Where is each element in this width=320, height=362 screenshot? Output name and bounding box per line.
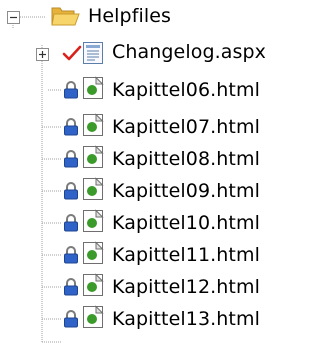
html-page-icon (83, 145, 104, 168)
html-page-icon (83, 177, 104, 200)
lock-icon (64, 278, 78, 296)
tree-node-label: Kapittel11.html (112, 244, 260, 266)
tree-node-label: Kapittel12.html (112, 276, 260, 298)
lock-icon (64, 310, 78, 328)
expand-toggle-icon[interactable] (36, 48, 49, 61)
tree-node-label: Helpfiles (88, 5, 172, 27)
html-page-icon (83, 113, 104, 136)
tree-node-label: Kapittel13.html (112, 308, 260, 330)
lock-icon (64, 150, 78, 168)
html-page-icon (83, 273, 104, 296)
folder-open-icon (51, 7, 80, 26)
collapse-toggle-icon[interactable] (7, 11, 20, 24)
checked-out-check-icon (62, 45, 82, 61)
lock-icon (64, 81, 78, 99)
tree-node-label: Kapittel10.html (112, 212, 260, 234)
html-page-icon (83, 76, 104, 99)
lock-icon (64, 246, 78, 264)
tree-node-label: Kapittel06.html (112, 79, 260, 101)
lock-icon (64, 118, 78, 136)
lock-icon (64, 214, 78, 232)
html-page-icon (83, 241, 104, 264)
tree-node-label: Kapittel08.html (112, 148, 260, 170)
html-page-icon (83, 209, 104, 232)
tree-node-label: Kapittel09.html (112, 180, 260, 202)
aspx-page-icon (83, 42, 103, 64)
tree-node-label: Changelog.aspx (112, 41, 266, 63)
html-page-icon (83, 305, 104, 328)
tree-node-label: Kapittel07.html (112, 116, 260, 138)
lock-icon (64, 182, 78, 200)
